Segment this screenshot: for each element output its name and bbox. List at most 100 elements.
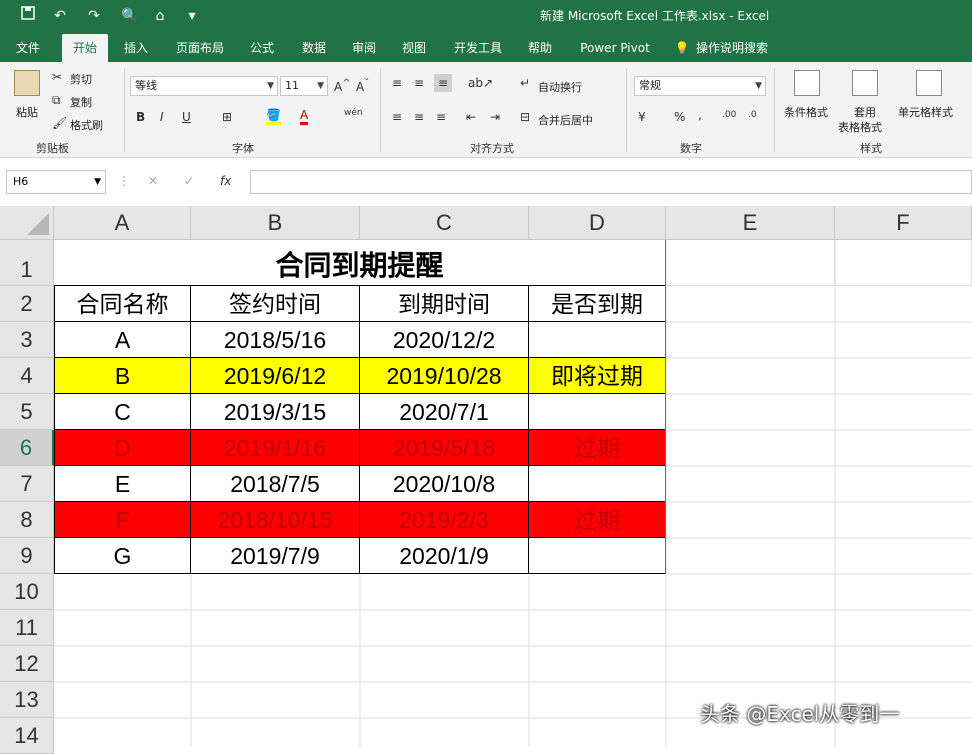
cancel-icon[interactable]: ✕ <box>148 174 158 188</box>
tab-help[interactable]: 帮助 <box>518 34 562 62</box>
row-header-4[interactable]: 4 <box>0 358 54 394</box>
print-preview-icon[interactable]: 🔍 <box>120 6 140 26</box>
shrink-font-icon[interactable]: Aˇ <box>356 78 369 94</box>
cell-styles-icon <box>916 70 942 96</box>
percent-button[interactable]: % <box>674 110 685 124</box>
underline-button[interactable]: U <box>182 110 191 124</box>
font-size-select[interactable]: 11 ▼ <box>280 76 328 96</box>
separator <box>124 68 125 152</box>
ribbon: 粘贴 ✂ 剪切 ⧉ 复制 🖌 格式刷 剪贴板 等线 ▼ 11 ▼ A^ Aˇ B… <box>0 62 972 158</box>
table-format-button[interactable]: 套用 <box>854 104 876 120</box>
row-header-11[interactable]: 11 <box>0 610 54 646</box>
tab-insert[interactable]: 插入 <box>114 34 158 62</box>
decrease-decimal-icon[interactable]: .0 <box>748 110 757 120</box>
align-top-icon[interactable]: ≡ <box>392 76 402 90</box>
separator <box>626 68 627 152</box>
paste-button[interactable]: 粘贴 <box>16 104 38 120</box>
redo-icon[interactable]: ↷ <box>84 6 104 26</box>
tab-file[interactable]: 文件 <box>6 34 50 62</box>
formula-input[interactable] <box>250 170 972 194</box>
align-middle-icon[interactable]: ≡ <box>414 76 424 90</box>
merge-center-button[interactable]: 合并后居中 <box>538 112 593 128</box>
cut-button[interactable]: 剪切 <box>70 71 92 87</box>
watermark: 头条 @Excel从零到一 <box>700 702 900 726</box>
phonetic-icon[interactable]: wén <box>344 108 363 118</box>
increase-decimal-icon[interactable]: .00 <box>722 110 736 120</box>
wrap-text-button[interactable]: 自动换行 <box>538 79 582 95</box>
enter-icon[interactable]: ✓ <box>184 174 194 188</box>
name-box-value: H6 <box>13 175 29 188</box>
copy-button[interactable]: 复制 <box>70 94 92 110</box>
formula-bar: H6 ▼ ⋮ ✕ ✓ fx <box>0 158 972 206</box>
row-header-13[interactable]: 13 <box>0 682 54 718</box>
conditional-format-icon <box>794 70 820 96</box>
increase-indent-icon[interactable]: ⇥ <box>490 110 500 124</box>
separator <box>774 68 775 152</box>
paste-icon[interactable] <box>14 70 40 96</box>
conditional-format-button[interactable]: 条件格式 <box>784 104 828 120</box>
tab-home[interactable]: 开始 <box>62 34 108 62</box>
column-header-d[interactable]: D <box>529 206 666 240</box>
chevron-down-icon: ▼ <box>755 81 762 91</box>
row-header-7[interactable]: 7 <box>0 466 54 502</box>
insert-function-icon[interactable]: fx <box>220 174 231 188</box>
separator <box>380 68 381 152</box>
number-format-select[interactable]: 常规 ▼ <box>634 76 766 96</box>
table-format-icon <box>852 70 878 96</box>
more-icon: ⋮ <box>118 174 130 188</box>
tab-review[interactable]: 审阅 <box>342 34 386 62</box>
tab-data[interactable]: 数据 <box>292 34 336 62</box>
customize-icon[interactable]: ▾ <box>182 6 202 26</box>
table-format-button-line2: 表格格式 <box>838 121 882 134</box>
row-header-3[interactable]: 3 <box>0 322 54 358</box>
cell-styles-button[interactable]: 单元格样式 <box>898 104 953 120</box>
column-header-b[interactable]: B <box>191 206 360 240</box>
format-painter-button[interactable]: 格式刷 <box>70 117 103 133</box>
name-box[interactable]: H6 ▼ <box>6 170 106 194</box>
row-header-5[interactable]: 5 <box>0 394 54 430</box>
align-right-icon[interactable]: ≡ <box>436 110 446 124</box>
currency-icon[interactable]: ¥ <box>638 110 646 124</box>
touch-mode-icon[interactable]: ⌂ <box>150 6 170 26</box>
tab-power-pivot[interactable]: Power Pivot <box>574 34 656 62</box>
tab-developer[interactable]: 开发工具 <box>446 34 510 62</box>
tab-page-layout[interactable]: 页面布局 <box>168 34 232 62</box>
italic-button[interactable]: I <box>160 110 164 124</box>
column-header-e[interactable]: E <box>666 206 835 240</box>
row-header-12[interactable]: 12 <box>0 646 54 682</box>
row-header-6[interactable]: 6 <box>0 430 54 466</box>
worksheet-grid: A B C D E F 1 2 3 4 5 6 7 8 9 10 11 12 1… <box>0 206 972 754</box>
font-name-select[interactable]: 等线 ▼ <box>130 76 278 96</box>
row-header-2[interactable]: 2 <box>0 286 54 322</box>
tab-view[interactable]: 视图 <box>392 34 436 62</box>
save-icon[interactable] <box>18 6 38 26</box>
cut-icon: ✂ <box>52 70 63 84</box>
column-header-a[interactable]: A <box>54 206 191 240</box>
chevron-down-icon: ▼ <box>267 81 274 91</box>
row-header-1[interactable]: 1 <box>0 240 54 286</box>
row-header-10[interactable]: 10 <box>0 574 54 610</box>
column-header-f[interactable]: F <box>835 206 972 240</box>
align-left-icon[interactable]: ≡ <box>392 110 402 124</box>
undo-icon[interactable]: ↶ <box>50 6 70 26</box>
merge-center-icon: ⊟ <box>520 110 531 124</box>
align-center-icon[interactable]: ≡ <box>414 110 424 124</box>
orientation-icon[interactable]: ab↗ <box>468 76 493 90</box>
row-header-9[interactable]: 9 <box>0 538 54 574</box>
select-all-corner[interactable] <box>0 206 54 240</box>
tab-formulas[interactable]: 公式 <box>240 34 284 62</box>
border-icon[interactable]: ⊞ <box>222 110 232 124</box>
ribbon-tabs: 文件 开始 插入 页面布局 公式 数据 审阅 视图 开发工具 帮助 Power … <box>0 34 972 62</box>
row-header-14[interactable]: 14 <box>0 718 54 754</box>
column-header-c[interactable]: C <box>360 206 529 240</box>
grow-font-icon[interactable]: A^ <box>334 78 351 94</box>
font-name-value: 等线 <box>135 79 157 92</box>
bold-button[interactable]: B <box>136 110 145 124</box>
decrease-indent-icon[interactable]: ⇤ <box>466 110 476 124</box>
tell-me-search[interactable]: 操作说明搜索 <box>696 34 786 62</box>
row-header-8[interactable]: 8 <box>0 502 54 538</box>
align-bottom-icon[interactable]: ≡ <box>434 74 453 92</box>
fill-color-icon[interactable]: 🪣 <box>266 108 281 125</box>
font-color-icon[interactable]: A <box>300 108 309 125</box>
comma-button[interactable]: , <box>698 108 702 122</box>
